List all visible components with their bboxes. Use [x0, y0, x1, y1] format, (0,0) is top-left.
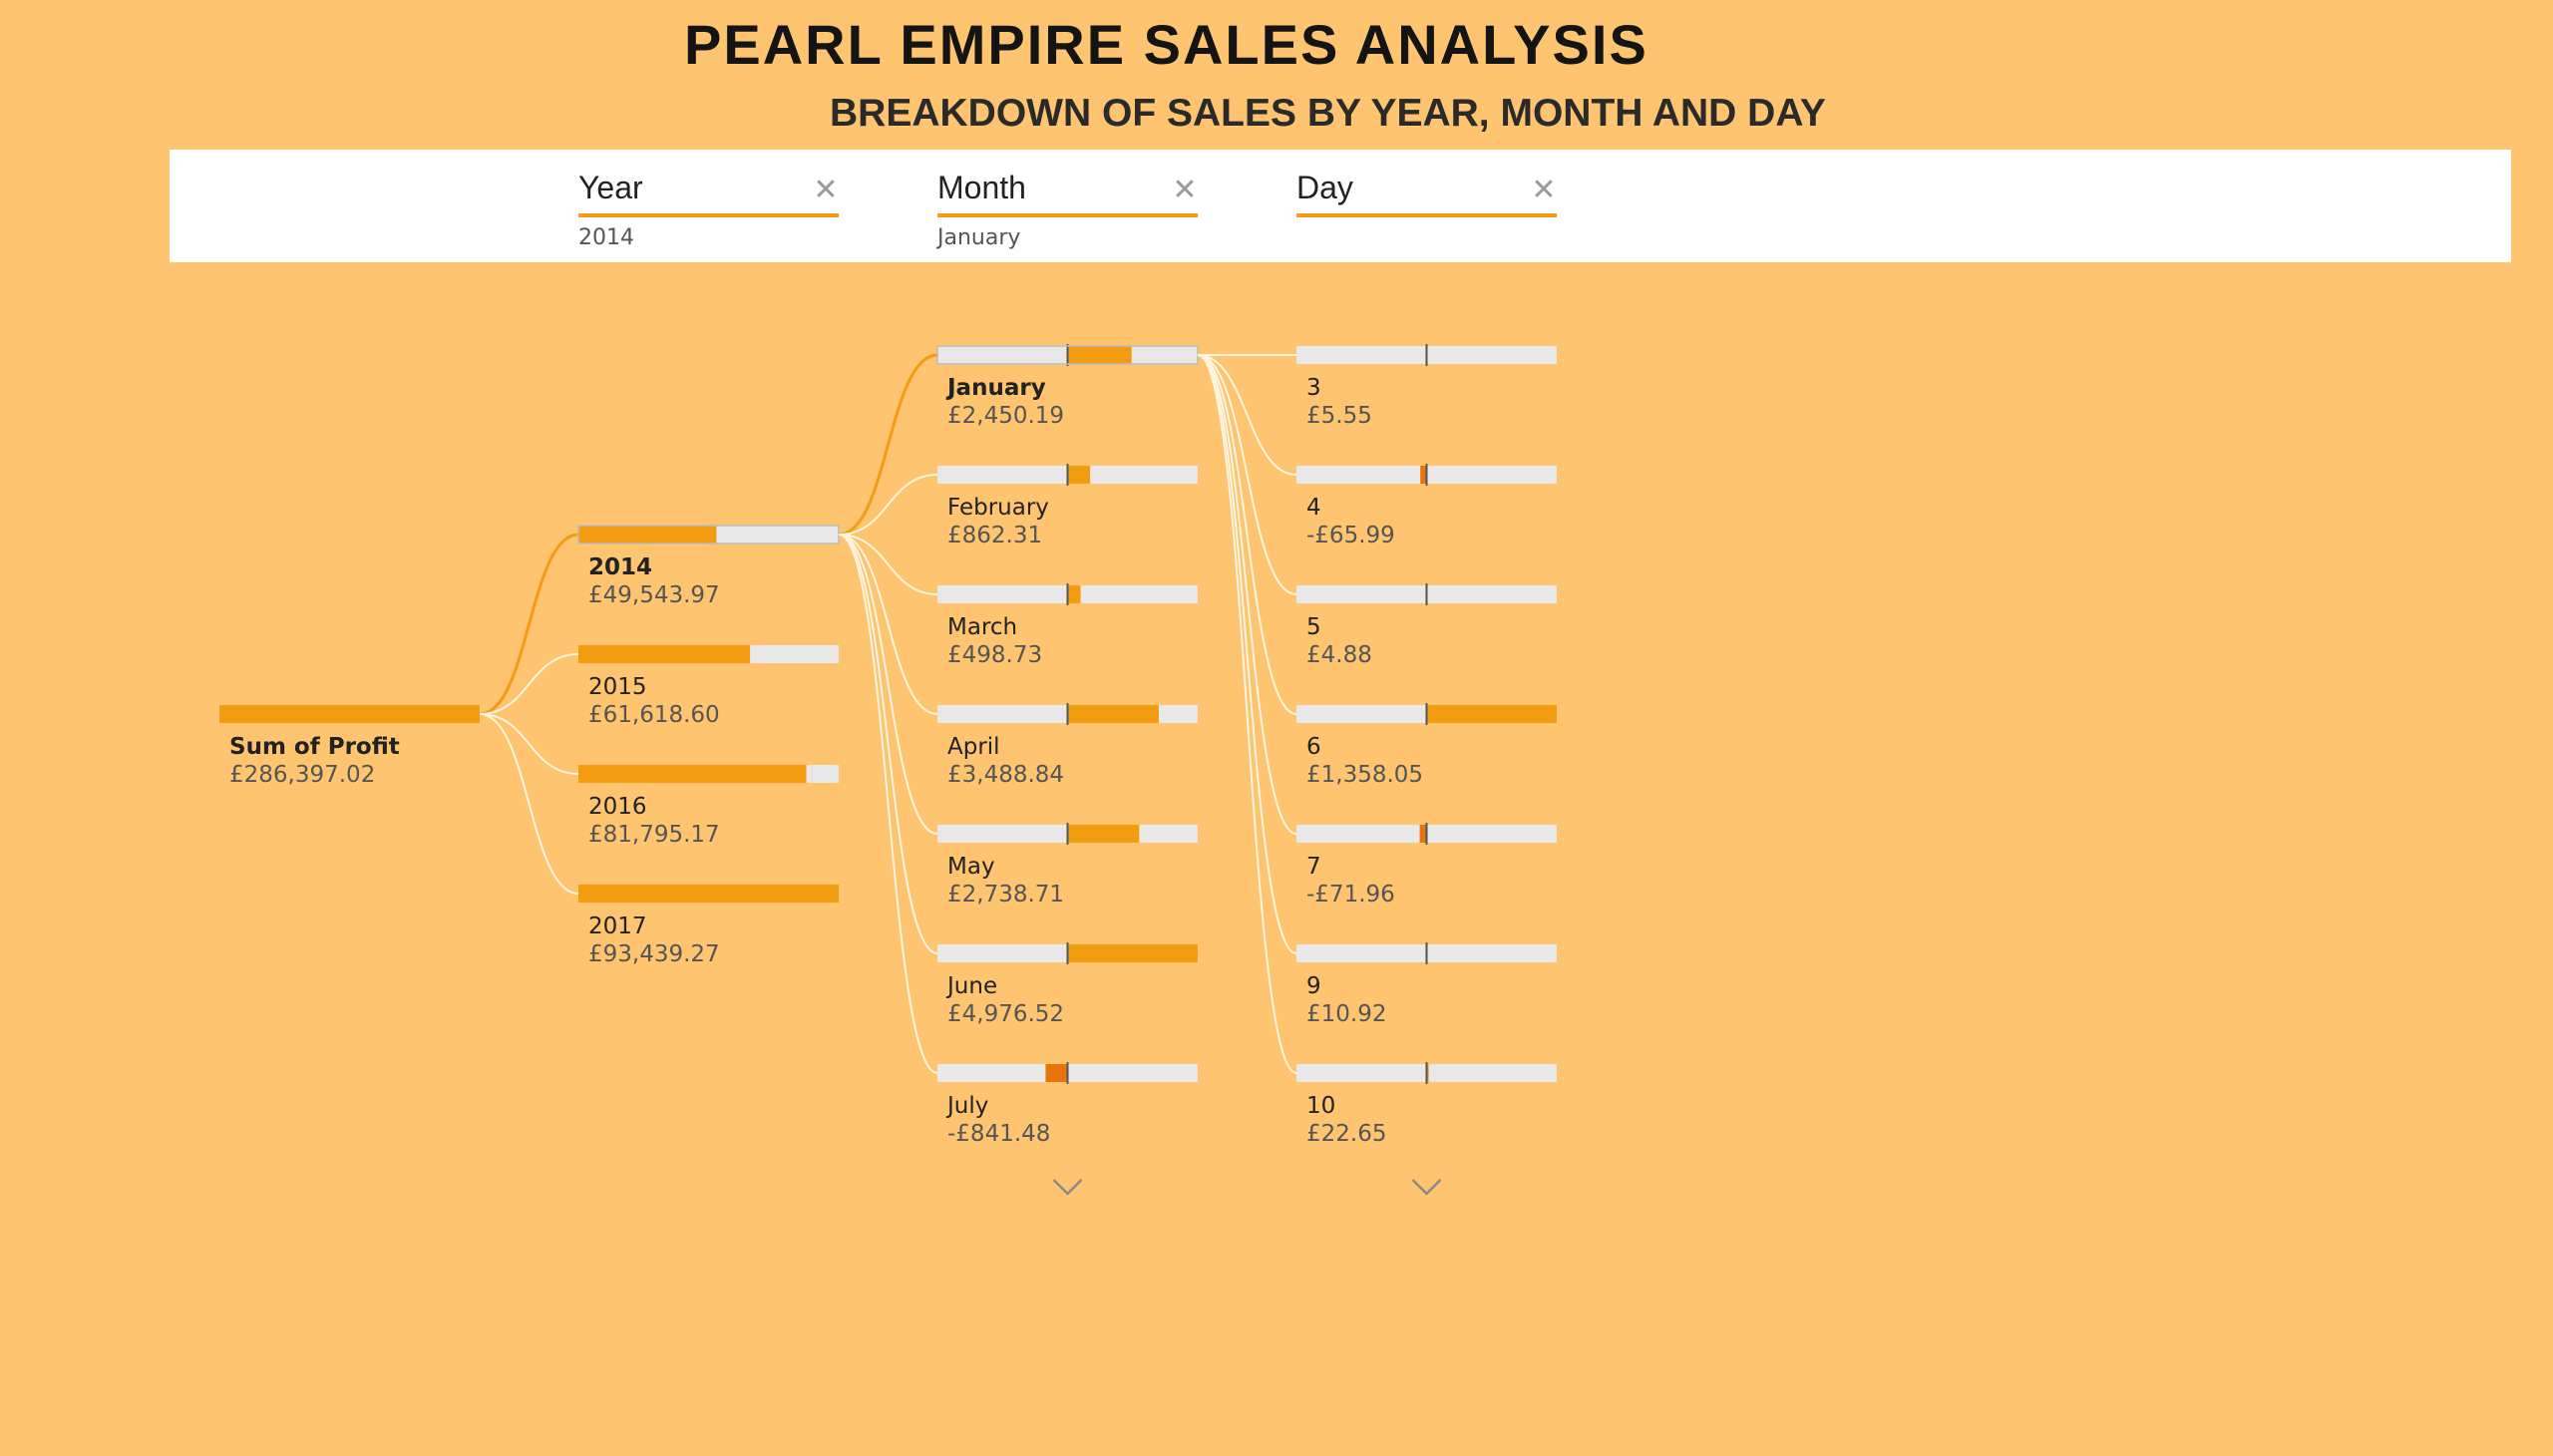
- year-node-2016-label: 2016 £81,795.17: [588, 793, 720, 849]
- month-bar-April-fill: [1067, 705, 1159, 723]
- day-node-10-label: 10 £22.65: [1306, 1092, 1386, 1148]
- year-node-2015-name: 2015: [588, 674, 647, 700]
- year-bar-2017-fill: [578, 885, 839, 903]
- year-bar-2016-fill: [578, 765, 807, 783]
- root-label: Sum of Profit £286,397.02: [229, 733, 400, 789]
- link-root-year-2015: [479, 653, 579, 715]
- day-node-3-value: £5.55: [1306, 403, 1372, 429]
- root-bar: [219, 705, 480, 723]
- month-node-June-label: June £4,976.52: [947, 972, 1064, 1028]
- decomposition-tree: [219, 344, 1557, 1196]
- month-node-January-name: January: [947, 375, 1046, 401]
- month-node-July-label: July -£841.48: [947, 1092, 1050, 1148]
- month-node-February-label: February £862.31: [947, 494, 1049, 549]
- link-month-day-9: [1197, 354, 1297, 954]
- year-node-2014-value: £49,543.97: [588, 582, 720, 608]
- year-node-2014-label: 2014 £49,543.97: [588, 553, 720, 609]
- link-root-year-2017: [479, 713, 579, 895]
- day-node-3-label: 3 £5.55: [1306, 374, 1372, 430]
- day-node-4-label: 4 -£65.99: [1306, 494, 1395, 549]
- link-year-month-May: [838, 534, 938, 835]
- month-node-July-name: July: [947, 1093, 989, 1119]
- root-value: £286,397.02: [229, 762, 376, 788]
- year-bar-2014-fill: [578, 526, 717, 544]
- day-node-10-value: £22.65: [1306, 1121, 1387, 1147]
- day-node-5-value: £4.88: [1306, 642, 1372, 668]
- day-node-7-value: -£71.96: [1306, 882, 1395, 908]
- month-bar-February-fill: [1067, 466, 1091, 484]
- year-bar-2015-fill: [578, 645, 751, 663]
- month-node-April-name: April: [947, 734, 1000, 760]
- year-node-2017-label: 2017 £93,439.27: [588, 912, 720, 968]
- year-node-2015-label: 2015 £61,618.60: [588, 673, 720, 729]
- day-bar-6-fill: [1426, 705, 1557, 723]
- root-name: Sum of Profit: [229, 734, 400, 760]
- month-node-July-value: -£841.48: [947, 1121, 1051, 1147]
- chevron-down-icon[interactable]: [1052, 1179, 1083, 1196]
- day-node-9-value: £10.92: [1306, 1001, 1387, 1027]
- day-node-10-name: 10: [1306, 1093, 1336, 1119]
- day-node-7-name: 7: [1306, 854, 1321, 880]
- link-year-month-January: [838, 353, 938, 537]
- month-bar-March-fill: [1067, 585, 1081, 603]
- link-year-month-July: [838, 534, 938, 1074]
- day-node-5-label: 5 £4.88: [1306, 613, 1372, 669]
- link-root-year-2016: [479, 713, 579, 775]
- month-node-January-value: £2,450.19: [947, 403, 1065, 429]
- day-node-7-label: 7 -£71.96: [1306, 853, 1395, 909]
- year-node-2016-name: 2016: [588, 794, 647, 820]
- month-node-January-label: January £2,450.19: [947, 374, 1064, 430]
- month-node-April-value: £3,488.84: [947, 762, 1065, 788]
- month-node-June-value: £4,976.52: [947, 1001, 1065, 1027]
- month-bar-June-fill: [1067, 944, 1198, 962]
- day-bar-7-fill: [1419, 825, 1427, 843]
- month-node-May-value: £2,738.71: [947, 882, 1065, 908]
- link-year-month-June: [838, 534, 938, 954]
- day-node-6-name: 6: [1306, 734, 1321, 760]
- year-node-2014-name: 2014: [588, 554, 653, 580]
- day-node-6-label: 6 £1,358.05: [1306, 733, 1423, 789]
- day-node-9-name: 9: [1306, 973, 1321, 999]
- year-node-2015-value: £61,618.60: [588, 702, 720, 728]
- day-node-9-label: 9 £10.92: [1306, 972, 1386, 1028]
- month-bar-July-fill: [1045, 1064, 1068, 1082]
- day-node-6-value: £1,358.05: [1306, 762, 1424, 788]
- day-node-4-name: 4: [1306, 495, 1321, 521]
- day-node-4-value: -£65.99: [1306, 523, 1395, 548]
- month-node-April-label: April £3,488.84: [947, 733, 1064, 789]
- month-bar-January-fill: [1067, 346, 1132, 364]
- month-node-February-value: £862.31: [947, 523, 1043, 548]
- link-month-day-5: [1197, 354, 1297, 595]
- month-node-February-name: February: [947, 495, 1049, 521]
- month-node-March-label: March £498.73: [947, 613, 1042, 669]
- link-root-year-2014: [479, 533, 579, 716]
- year-node-2017-name: 2017: [588, 913, 647, 939]
- day-node-3-name: 3: [1306, 375, 1321, 401]
- month-node-May-name: May: [947, 854, 995, 880]
- year-node-2017-value: £93,439.27: [588, 941, 720, 967]
- link-year-month-February: [838, 474, 938, 536]
- month-node-March-name: March: [947, 614, 1018, 640]
- day-node-5-name: 5: [1306, 614, 1321, 640]
- link-month-day-10: [1197, 354, 1297, 1074]
- year-node-2016-value: £81,795.17: [588, 822, 720, 848]
- link-month-day-7: [1197, 354, 1297, 835]
- month-node-May-label: May £2,738.71: [947, 853, 1064, 909]
- month-node-June-name: June: [947, 973, 998, 999]
- month-node-March-value: £498.73: [947, 642, 1043, 668]
- month-bar-May-fill: [1067, 825, 1140, 843]
- chevron-down-icon[interactable]: [1411, 1179, 1442, 1196]
